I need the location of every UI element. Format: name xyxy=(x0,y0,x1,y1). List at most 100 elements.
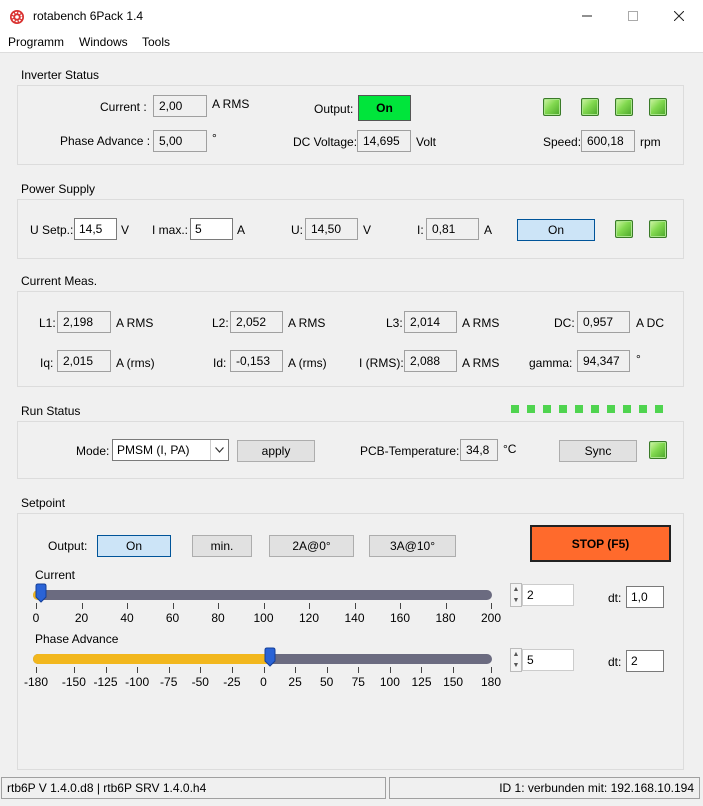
current-tick xyxy=(354,603,356,609)
current-dt-label: dt: xyxy=(608,591,622,605)
inverter-status-label: Inverter Status xyxy=(21,68,100,82)
sync-button[interactable]: Sync xyxy=(559,440,637,462)
phase-tick xyxy=(295,667,297,673)
current-setpoint-input[interactable]: 2 xyxy=(522,584,574,606)
current-tick-label: 120 xyxy=(298,611,320,625)
current-tick-label: 200 xyxy=(480,611,502,625)
phase-tick xyxy=(358,667,360,673)
phase-tick xyxy=(453,667,455,673)
irms-unit: A RMS xyxy=(462,356,500,370)
minimize-button[interactable] xyxy=(564,0,610,32)
l3-label: L3: xyxy=(386,316,403,330)
power-supply-led-1 xyxy=(615,220,633,238)
activity-indicator xyxy=(511,405,663,413)
phase-advance-slider[interactable]: -180 -150 -125 -100 -75 -50 -25 0 25 50 75 100 125 15… xyxy=(24,646,501,696)
id-unit: A (rms) xyxy=(288,356,327,370)
status-version: rtb6P V 1.4.0.d8 | rtb6P SRV 1.4.0.h4 xyxy=(1,777,386,799)
l2-label: L2: xyxy=(212,316,229,330)
current-tick-label: 60 xyxy=(165,611,180,625)
current-tick xyxy=(445,603,447,609)
menu-programm[interactable]: Programm xyxy=(8,35,64,49)
current-tick xyxy=(218,603,219,609)
dc-voltage-value: 14,695 xyxy=(357,130,411,152)
setpoint-min-button[interactable]: min. xyxy=(192,535,252,557)
current-slider-thumb[interactable] xyxy=(35,583,47,603)
power-supply-led-2 xyxy=(649,220,667,238)
dc-current-unit: A DC xyxy=(636,316,665,330)
setpoint-on-button[interactable]: On xyxy=(97,535,171,557)
l2-value: 2,052 xyxy=(230,311,283,333)
chevron-down-icon[interactable] xyxy=(210,440,228,460)
mode-label: Mode: xyxy=(76,444,110,458)
current-tick xyxy=(81,603,83,609)
iq-value: 2,015 xyxy=(57,350,111,372)
phase-tick-label: 150 xyxy=(443,675,464,689)
phase-tick xyxy=(263,667,265,673)
phase-slider-thumb[interactable] xyxy=(264,647,276,667)
phase-setpoint-input[interactable]: 5 xyxy=(522,649,574,671)
current-tick xyxy=(400,603,401,609)
menu-tools[interactable]: Tools xyxy=(142,35,170,49)
current-tick xyxy=(309,603,310,609)
mode-select[interactable]: PMSM (I, PA) xyxy=(112,439,229,461)
power-supply-label: Power Supply xyxy=(21,182,96,196)
app-logo-icon xyxy=(10,10,24,24)
id-label: Id: xyxy=(213,356,227,370)
phase-tick xyxy=(137,667,139,673)
i-max-unit: A xyxy=(237,223,246,237)
status-led-1 xyxy=(543,98,561,116)
dc-current-value: 0,957 xyxy=(577,311,630,333)
status-led-4 xyxy=(649,98,667,116)
menu-windows[interactable]: Windows xyxy=(79,35,128,49)
l3-unit: A RMS xyxy=(462,316,500,330)
current-slider[interactable]: 0 20 40 60 80 100 120 140 160 180 200 xyxy=(33,582,501,632)
phase-tick xyxy=(200,667,202,673)
setpoint-output-label: Output: xyxy=(48,539,88,553)
l2-unit: A RMS xyxy=(288,316,326,330)
apply-button[interactable]: apply xyxy=(237,440,315,462)
i-max-label: I max.: xyxy=(152,223,189,237)
current-dt-input[interactable]: 1,0 xyxy=(626,586,664,608)
mode-select-value: PMSM (I, PA) xyxy=(117,443,190,457)
i-max-input[interactable]: 5 xyxy=(190,218,233,240)
phase-advance-label: Phase Advance : xyxy=(60,134,151,148)
speed-label: Speed: xyxy=(543,135,582,149)
setpoint-3a-10deg-button[interactable]: 3A@10° xyxy=(369,535,456,557)
sync-led xyxy=(649,441,667,459)
current-unit: A RMS xyxy=(212,97,250,111)
l1-value: 2,198 xyxy=(57,311,111,333)
phase-slider-fill xyxy=(33,654,272,664)
title-bar: rotabench 6Pack 1.4 xyxy=(0,0,703,32)
dc-current-label: DC: xyxy=(554,316,575,330)
phase-tick xyxy=(36,667,37,673)
l1-unit: A RMS xyxy=(116,316,154,330)
speed-value: 600,18 xyxy=(581,130,635,152)
current-tick xyxy=(172,603,174,609)
phase-advance-unit: ° xyxy=(212,131,217,145)
current-spin-buttons[interactable]: ▲ ▼ xyxy=(510,583,522,607)
l1-label: L1: xyxy=(39,316,56,330)
setpoint-2a-0deg-button[interactable]: 2A@0° xyxy=(269,535,354,557)
current-tick-label: 160 xyxy=(389,611,411,625)
gamma-unit: ° xyxy=(636,352,641,366)
current-tick-label: 100 xyxy=(253,611,274,625)
current-meas-label: Current Meas. xyxy=(21,274,98,288)
iq-unit: A (rms) xyxy=(116,356,155,370)
phase-tick-label: -180 xyxy=(23,675,49,689)
current-label: Current : xyxy=(100,100,147,114)
current-tick xyxy=(491,603,492,609)
phase-tick xyxy=(326,667,328,673)
u-setpoint-input[interactable]: 14,5 xyxy=(74,218,117,240)
current-tick xyxy=(127,603,128,609)
maximize-button[interactable] xyxy=(610,0,656,32)
dc-voltage-unit: Volt xyxy=(416,135,437,149)
phase-dt-input[interactable]: 2 xyxy=(626,650,664,672)
power-supply-on-button[interactable]: On xyxy=(517,219,595,241)
close-icon xyxy=(674,11,684,21)
close-button[interactable] xyxy=(656,0,702,32)
pcb-temperature-value: 34,8 xyxy=(460,439,498,461)
phase-spin-buttons[interactable]: ▲ ▼ xyxy=(510,648,522,672)
id-value: -0,153 xyxy=(230,350,283,372)
stop-button[interactable]: STOP (F5) xyxy=(530,525,671,562)
phase-tick-label: 180 xyxy=(480,675,502,689)
